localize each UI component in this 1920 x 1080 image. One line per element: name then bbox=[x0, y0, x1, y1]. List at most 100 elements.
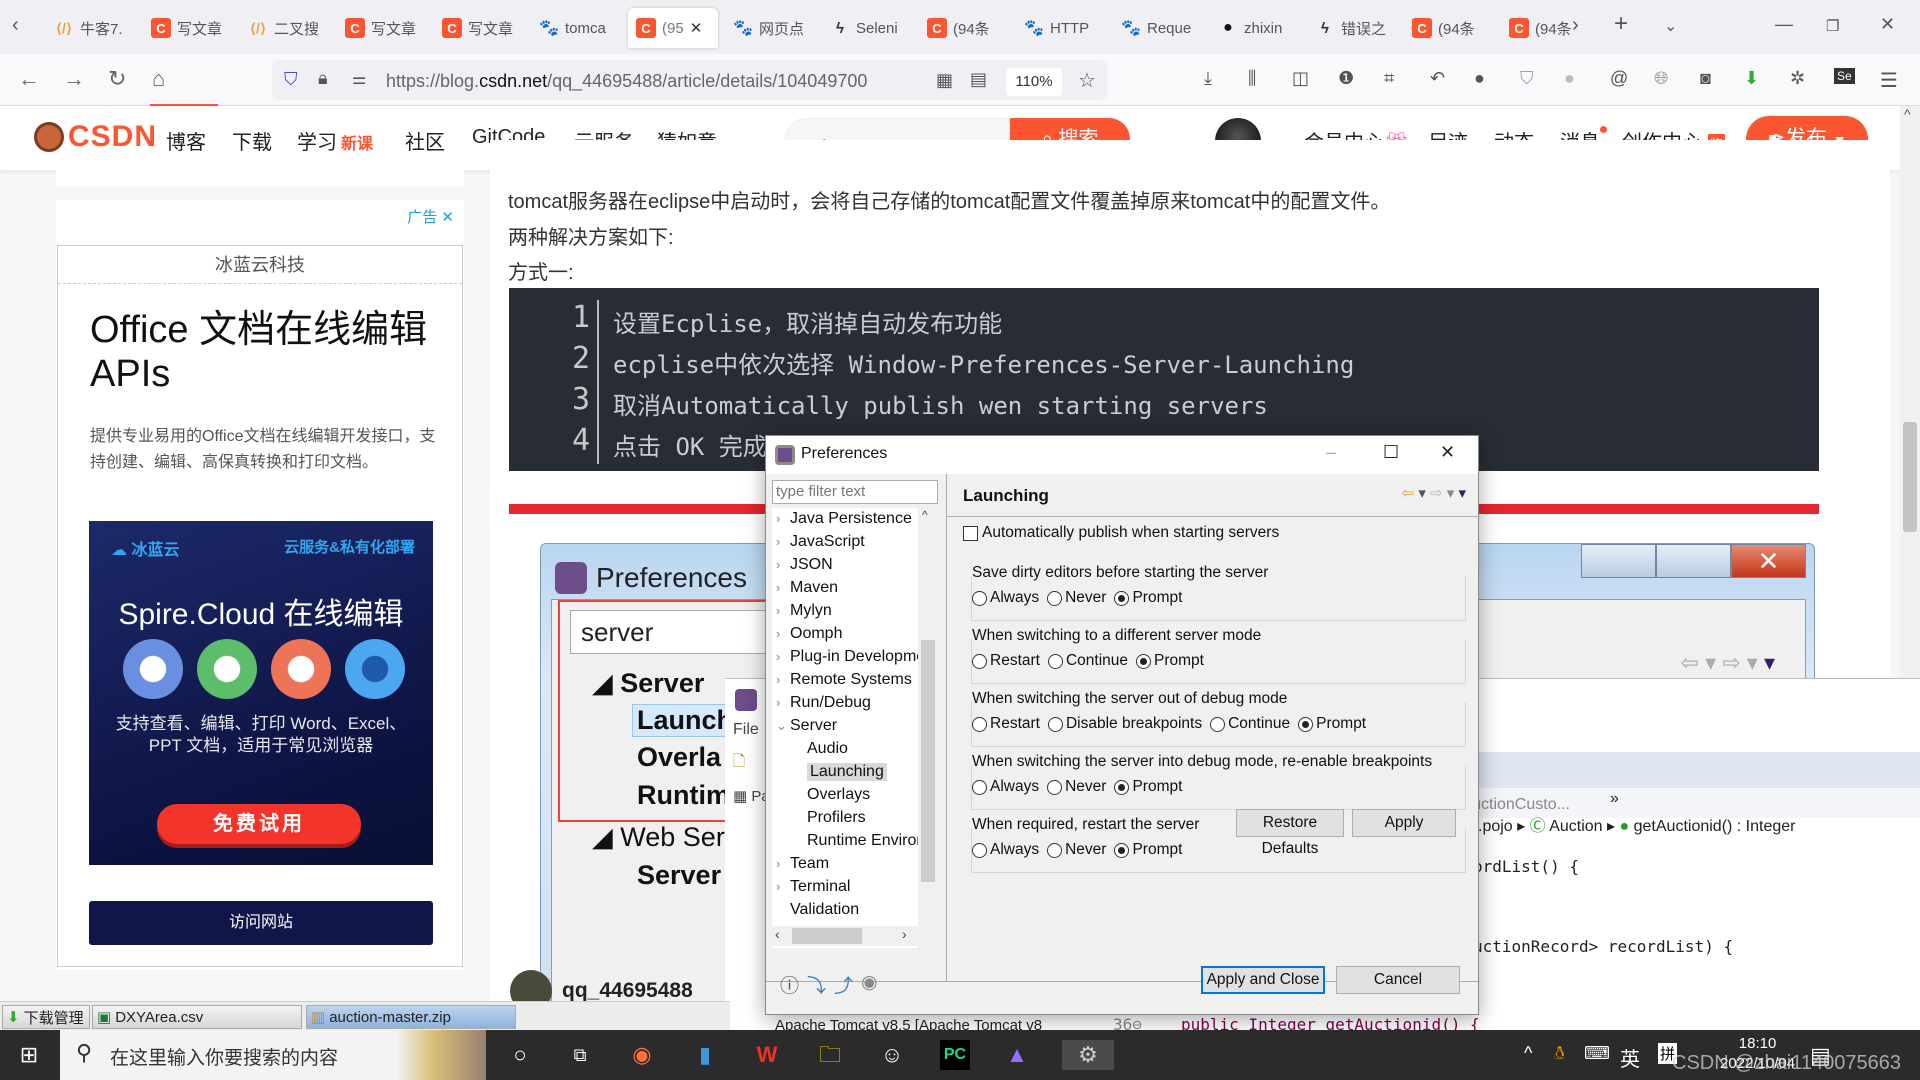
auto-publish-checkbox[interactable]: Automatically publish when starting serv… bbox=[963, 524, 1279, 542]
reader-view-icon[interactable]: ▤ bbox=[970, 69, 987, 90]
browser-tab[interactable]: C 写文章 bbox=[143, 8, 231, 48]
tree-item[interactable]: › Maven bbox=[776, 579, 838, 597]
radio-always[interactable]: Always bbox=[972, 778, 1039, 796]
browser-tab[interactable]: 🐾 Reque bbox=[1113, 8, 1201, 48]
tree-item[interactable]: › Java Persistence bbox=[776, 510, 912, 528]
chevron-right-icon[interactable]: › bbox=[776, 557, 790, 572]
tree-item[interactable]: Runtime Environments bbox=[807, 832, 920, 850]
back-button[interactable]: ← bbox=[18, 66, 40, 92]
radio-always[interactable]: Always bbox=[972, 589, 1039, 607]
scroll-up-icon[interactable]: ^ bbox=[922, 508, 928, 522]
window-minimize-button[interactable]: — bbox=[1775, 14, 1793, 35]
url-bar[interactable]: ⛉ 🔒︎ ⚌ https://blog.csdn.net/qq_44695488… bbox=[272, 60, 1107, 100]
radio-prompt[interactable]: Prompt bbox=[1136, 652, 1204, 670]
radio-button[interactable] bbox=[1114, 590, 1130, 606]
tree-item[interactable]: › Oomph bbox=[776, 625, 842, 643]
restore-defaults-button[interactable]: Restore Defaults bbox=[1236, 809, 1344, 857]
ad-banner[interactable]: ☁ 冰蓝云 云服务&私有化部署 Spire.Cloud 在线编辑 支持查看、编辑… bbox=[89, 521, 433, 865]
browser-tab[interactable]: ⟨/⟩ 牛客7. bbox=[46, 8, 134, 48]
free-trial-button[interactable]: 免费试用 bbox=[157, 804, 361, 844]
tree-item[interactable]: Audio bbox=[807, 740, 848, 758]
downloads-icon[interactable]: ⤓ bbox=[1204, 68, 1212, 89]
browser-tab[interactable]: ● zhixin bbox=[1210, 8, 1298, 48]
radio-button[interactable] bbox=[1114, 779, 1130, 795]
scroll-up-arrow-icon[interactable]: ^ bbox=[1904, 106, 1911, 122]
chevron-down-icon[interactable]: ⌄ bbox=[776, 718, 790, 734]
radio-button[interactable] bbox=[972, 653, 987, 669]
browser-tab[interactable]: C (94条 bbox=[1404, 8, 1492, 48]
menu-file[interactable]: File bbox=[733, 721, 759, 739]
tree-item[interactable]: › Terminal bbox=[776, 878, 850, 896]
chevron-right-icon[interactable]: › bbox=[776, 695, 790, 710]
bookmark-star-icon[interactable]: ☆ bbox=[1078, 68, 1096, 93]
scroll-right-icon[interactable]: › bbox=[902, 926, 907, 942]
record-icon[interactable]: ◉ bbox=[861, 971, 878, 998]
chevron-right-icon[interactable]: › bbox=[776, 672, 790, 687]
radio-button[interactable] bbox=[1047, 716, 1063, 732]
browser-tab[interactable]: ⟨/⟩ 二叉搜 bbox=[240, 8, 328, 48]
radio-always[interactable]: Always bbox=[972, 841, 1039, 859]
download-item[interactable]: ▣ DXYArea.csv bbox=[92, 1005, 302, 1029]
avatar-app-icon[interactable]: ☺ bbox=[877, 1040, 907, 1070]
radio-restart[interactable]: Restart bbox=[972, 715, 1040, 733]
zoom-level-badge[interactable]: 110% bbox=[1006, 68, 1062, 96]
shield-extension-icon[interactable]: ⛉ bbox=[1520, 68, 1534, 89]
radio-button[interactable] bbox=[1047, 590, 1063, 606]
undo-extension-icon[interactable]: ↶ bbox=[1430, 68, 1445, 89]
radio-button[interactable] bbox=[1136, 653, 1152, 669]
selenium-ide-icon[interactable]: Se bbox=[1834, 68, 1855, 84]
url-text[interactable]: https://blog.csdn.net/qq_44695488/articl… bbox=[386, 71, 867, 92]
tab-close-icon[interactable]: ✕ bbox=[690, 19, 703, 37]
browser-tab[interactable]: C 写文章 bbox=[337, 8, 425, 48]
radio-never[interactable]: Never bbox=[1047, 589, 1106, 607]
browser-tab[interactable]: C 写文章 bbox=[434, 8, 522, 48]
radio-prompt[interactable]: Prompt bbox=[1114, 589, 1182, 607]
screenshot-crop-icon[interactable]: ⌗ bbox=[1384, 68, 1394, 89]
editor-breadcrumb[interactable]: .pojo ▸ Ⓒ Auction ▸ ● getAuctionid() : I… bbox=[1478, 812, 1796, 836]
tree-item[interactable]: › Run/Debug bbox=[776, 694, 871, 712]
radio-button[interactable] bbox=[972, 590, 987, 606]
radio-prompt[interactable]: Prompt bbox=[1114, 778, 1182, 796]
dialog-titlebar[interactable]: Preferences – ☐ ✕ bbox=[766, 436, 1478, 474]
extension-glasses-icon[interactable]: ◙ bbox=[1700, 68, 1711, 89]
apply-and-close-button[interactable]: Apply and Close bbox=[1201, 966, 1325, 994]
menu-hamburger-icon[interactable]: ☰ bbox=[1880, 68, 1898, 93]
visit-website-button[interactable]: 访问网站 bbox=[89, 901, 433, 945]
radio-button[interactable] bbox=[972, 842, 987, 858]
reload-button[interactable]: ↻ bbox=[108, 66, 126, 92]
tree-horizontal-scrollbar[interactable]: ‹ › bbox=[772, 926, 938, 946]
tree-item[interactable]: › Team bbox=[776, 855, 829, 873]
filter-input[interactable]: type filter text bbox=[772, 480, 938, 504]
mindmap-app-icon[interactable]: ▲ bbox=[1002, 1040, 1032, 1070]
browser-tab[interactable]: C (94条 bbox=[919, 8, 1007, 48]
chevron-right-icon[interactable]: › bbox=[776, 879, 790, 894]
extension-gray-icon[interactable]: ● bbox=[1564, 68, 1575, 89]
forward-menu-icon[interactable]: ▾ bbox=[1447, 485, 1455, 502]
tracking-shield-icon[interactable]: ⛉ bbox=[284, 69, 298, 90]
lock-icon[interactable]: 🔒︎ bbox=[318, 68, 328, 89]
nav-community[interactable]: 社区 bbox=[405, 126, 445, 155]
library-icon[interactable]: ⫼ bbox=[1248, 68, 1256, 89]
tree-item[interactable]: Validation bbox=[790, 901, 859, 919]
eclipse-jee-icon[interactable]: ⚙ bbox=[1062, 1040, 1114, 1070]
home-button[interactable]: ⌂ bbox=[152, 66, 165, 92]
wps-icon[interactable]: W bbox=[752, 1040, 782, 1070]
scroll-left-icon[interactable]: ‹ bbox=[775, 926, 780, 942]
download-manager-button[interactable]: ⬇ 下载管理 bbox=[2, 1005, 90, 1029]
tray-expand-icon[interactable]: ^ bbox=[1524, 1043, 1532, 1064]
radio-button[interactable] bbox=[1047, 779, 1063, 795]
cancel-button[interactable]: Cancel bbox=[1336, 966, 1460, 994]
radio-button[interactable] bbox=[1210, 716, 1226, 732]
scrollbar-thumb[interactable] bbox=[1903, 422, 1917, 532]
radio-button[interactable] bbox=[1298, 716, 1314, 732]
maximize-button[interactable]: ☐ bbox=[1383, 442, 1399, 463]
chevron-right-icon[interactable]: › bbox=[776, 603, 790, 618]
extension-balls-icon[interactable]: ● bbox=[1474, 68, 1485, 89]
tree-item[interactable]: Launching bbox=[807, 763, 887, 781]
download-item[interactable]: ▥ auction-master.zip bbox=[306, 1005, 516, 1029]
tab-scroll-left-icon[interactable]: ‹ bbox=[12, 14, 19, 37]
file-explorer-icon[interactable]: 🗀 bbox=[815, 1040, 845, 1070]
chevron-right-icon[interactable]: › bbox=[776, 649, 790, 664]
forward-arrow-icon[interactable]: ⇨ bbox=[1430, 485, 1443, 502]
checkbox[interactable] bbox=[963, 525, 978, 541]
